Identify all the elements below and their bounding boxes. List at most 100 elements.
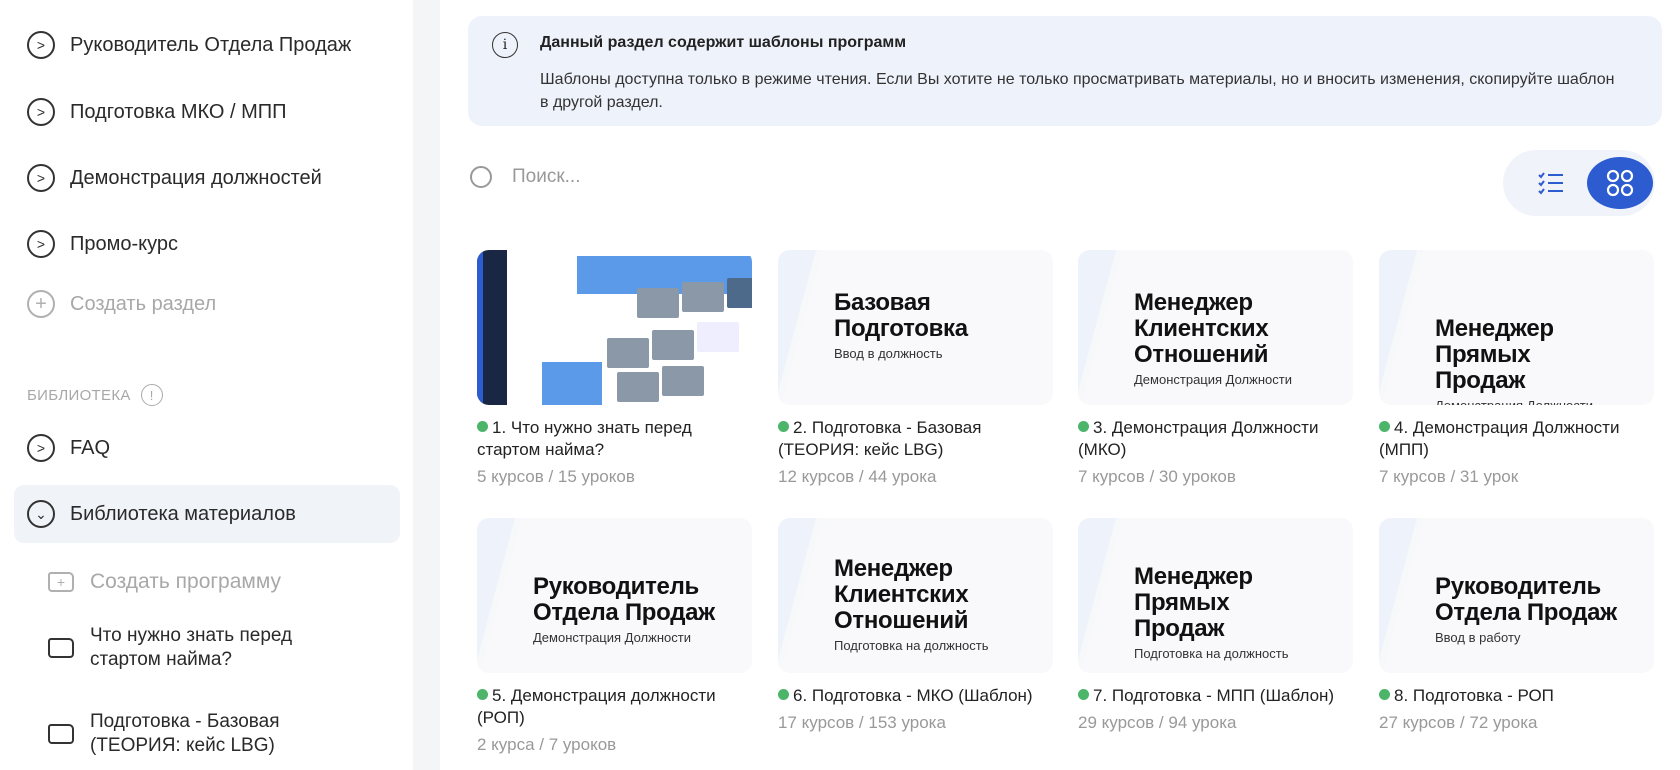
- sidebar-item-label: Подготовка МКО / МПП: [70, 100, 287, 123]
- sidebar-item-label: Демонстрация должностей: [70, 166, 322, 189]
- list-view-button[interactable]: [1525, 157, 1577, 209]
- status-dot-icon: [778, 689, 789, 700]
- info-exclamation-icon[interactable]: !: [140, 384, 163, 406]
- sidebar: > Руководитель Отдела Продаж > Подготовка …: [0, 0, 413, 770]
- program-title-text: 2. Подготовка - Базовая (ТЕОРИЯ: кейс LB…: [778, 418, 982, 459]
- cover-subtitle: Ввод в работу: [1435, 630, 1521, 645]
- sidebar-item-demo[interactable]: > Демонстрация должностей: [14, 158, 400, 198]
- status-dot-icon: [477, 689, 488, 700]
- status-dot-icon: [1078, 689, 1089, 700]
- program-stats: 29 курсов / 94 урока: [1078, 713, 1237, 732]
- create-program-label: Создать программу: [90, 570, 281, 593]
- program-title[interactable]: 4. Демонстрация Должности (МПП): [1379, 417, 1654, 461]
- chevron-right-circle-icon: >: [27, 230, 55, 258]
- program-card[interactable]: Менеджер Клиентских Отношений Демонстраци…: [1078, 250, 1353, 487]
- info-icon: i: [492, 32, 518, 58]
- chevron-right-circle-icon: >: [27, 164, 55, 192]
- cover-title: Менеджер Прямых Продаж: [1134, 563, 1253, 642]
- folder-icon: [48, 724, 74, 744]
- program-title[interactable]: 5. Демонстрация должности (РОП): [477, 685, 752, 729]
- program-card[interactable]: 1. Что нужно знать перед стартом найма? 5…: [477, 250, 752, 487]
- program-stats: 12 курсов / 44 урока: [778, 467, 937, 486]
- cover-subtitle: Ввод в должность: [834, 346, 943, 361]
- cover-title: Менеджер Прямых Продаж: [1435, 315, 1554, 394]
- sidebar-item-promo[interactable]: > Промо-курс: [14, 224, 400, 264]
- cover-title: Менеджер Клиентских Отношений: [834, 555, 969, 634]
- program-stats: 27 курсов / 72 урока: [1379, 713, 1538, 732]
- program-stats: 5 курсов / 15 уроков: [477, 467, 635, 486]
- create-section-button[interactable]: + Создать раздел: [14, 284, 400, 324]
- cover-title: Руководитель Отдела Продаж: [533, 573, 715, 626]
- program-card[interactable]: Руководитель Отдела Продаж Ввод в работу 8…: [1379, 518, 1654, 733]
- program-title-text: 3. Демонстрация Должности (МКО): [1078, 418, 1319, 459]
- status-dot-icon: [778, 421, 789, 432]
- program-title[interactable]: 1. Что нужно знать перед стартом найма?: [477, 417, 752, 461]
- program-title[interactable]: 3. Демонстрация Должности (МКО): [1078, 417, 1353, 461]
- program-card[interactable]: Менеджер Клиентских Отношений Подготовка …: [778, 518, 1053, 733]
- create-program-button[interactable]: + Создать программу: [48, 570, 281, 594]
- search-bar: [470, 166, 912, 188]
- cover-title: Руководитель Отдела Продаж: [1435, 573, 1617, 626]
- create-section-label: Создать раздел: [70, 292, 217, 315]
- sidebar-item-library-materials[interactable]: ⌄ Библиотека материалов: [14, 485, 400, 543]
- program-item-label: Что нужно знать перед стартом найма?: [90, 625, 293, 670]
- folder-icon: [48, 638, 74, 658]
- program-title[interactable]: 7. Подготовка - МПП (Шаблон): [1078, 685, 1353, 707]
- program-title-text: 8. Подготовка - РОП: [1394, 686, 1554, 705]
- program-cover-screenshot: [477, 250, 752, 405]
- plus-circle-icon: +: [27, 290, 55, 318]
- program-title-text: 7. Подготовка - МПП (Шаблон): [1093, 686, 1335, 705]
- search-input[interactable]: [512, 166, 912, 188]
- sidebar-item-label: FAQ: [70, 436, 111, 459]
- program-stats: 2 курса / 7 уроков: [477, 735, 617, 754]
- program-item[interactable]: Подготовка - Базовая (ТЕОРИЯ: кейс LBG): [48, 710, 348, 758]
- checklist-icon: [1538, 172, 1563, 195]
- sidebar-item-mko-mpp[interactable]: > Подготовка МКО / МПП: [14, 92, 400, 132]
- program-cover: Менеджер Прямых Продаж Демонстрация Должн…: [1379, 250, 1654, 405]
- chevron-right-circle-icon: >: [27, 31, 55, 59]
- view-toggle: [1503, 150, 1655, 216]
- program-cover: Менеджер Прямых Продаж Подготовка на долж…: [1078, 518, 1353, 673]
- search-icon: [470, 166, 492, 188]
- chevron-down-circle-icon: ⌄: [27, 500, 55, 528]
- chevron-right-circle-icon: >: [27, 434, 55, 462]
- program-title[interactable]: 6. Подготовка - МКО (Шаблон): [778, 685, 1053, 707]
- program-card[interactable]: Менеджер Прямых Продаж Демонстрация Должн…: [1379, 250, 1654, 487]
- library-heading: БИБЛИОТЕКА!: [27, 384, 163, 406]
- cover-subtitle: Подготовка на должность: [1134, 646, 1289, 661]
- sidebar-item-label: Библиотека материалов: [70, 502, 296, 525]
- info-banner: i Данный раздел содержит шаблоны програм…: [468, 16, 1662, 126]
- program-card[interactable]: Базовая Подготовка Ввод в должность 2. Под…: [778, 250, 1053, 487]
- cover-subtitle: Подготовка на должность: [834, 638, 989, 653]
- program-cover: Менеджер Клиентских Отношений Демонстраци…: [1078, 250, 1353, 405]
- status-dot-icon: [1379, 421, 1390, 432]
- library-heading-label: БИБЛИОТЕКА: [27, 386, 131, 404]
- program-stats: 7 курсов / 30 уроков: [1078, 467, 1236, 486]
- program-title-text: 1. Что нужно знать перед стартом найма?: [477, 418, 692, 459]
- sidebar-divider: [413, 0, 440, 770]
- sidebar-item-sales-head[interactable]: > Руководитель Отдела Продаж: [14, 25, 400, 65]
- program-card[interactable]: Менеджер Прямых Продаж Подготовка на долж…: [1078, 518, 1353, 733]
- folder-plus-icon: +: [48, 572, 74, 592]
- cover-title: Базовая Подготовка: [834, 289, 968, 342]
- info-body: Шаблоны доступна только в режиме чтения.…: [540, 71, 1615, 111]
- program-title-text: 5. Демонстрация должности (РОП): [477, 686, 716, 727]
- grid-icon: [1606, 169, 1634, 197]
- sidebar-item-faq[interactable]: > FAQ: [14, 428, 400, 468]
- chevron-right-circle-icon: >: [27, 98, 55, 126]
- cover-subtitle: Демонстрация Должности: [533, 630, 691, 645]
- program-cover: Руководитель Отдела Продаж Демонстрация Д…: [477, 518, 752, 673]
- program-item[interactable]: Что нужно знать перед стартом найма?: [48, 624, 348, 672]
- status-dot-icon: [477, 421, 488, 432]
- info-title: Данный раздел содержит шаблоны программ: [540, 34, 907, 51]
- program-cover: Руководитель Отдела Продаж Ввод в работу: [1379, 518, 1654, 673]
- program-card[interactable]: Руководитель Отдела Продаж Демонстрация Д…: [477, 518, 752, 755]
- program-stats: 7 курсов / 31 урок: [1379, 467, 1519, 486]
- grid-view-button[interactable]: [1587, 157, 1653, 209]
- sidebar-item-label: Руководитель Отдела Продаж: [70, 33, 352, 56]
- program-title[interactable]: 8. Подготовка - РОП: [1379, 685, 1654, 707]
- program-title-text: 6. Подготовка - МКО (Шаблон): [793, 686, 1033, 705]
- program-title[interactable]: 2. Подготовка - Базовая (ТЕОРИЯ: кейс LB…: [778, 417, 1053, 461]
- sidebar-item-label: Промо-курс: [70, 232, 179, 255]
- status-dot-icon: [1078, 421, 1089, 432]
